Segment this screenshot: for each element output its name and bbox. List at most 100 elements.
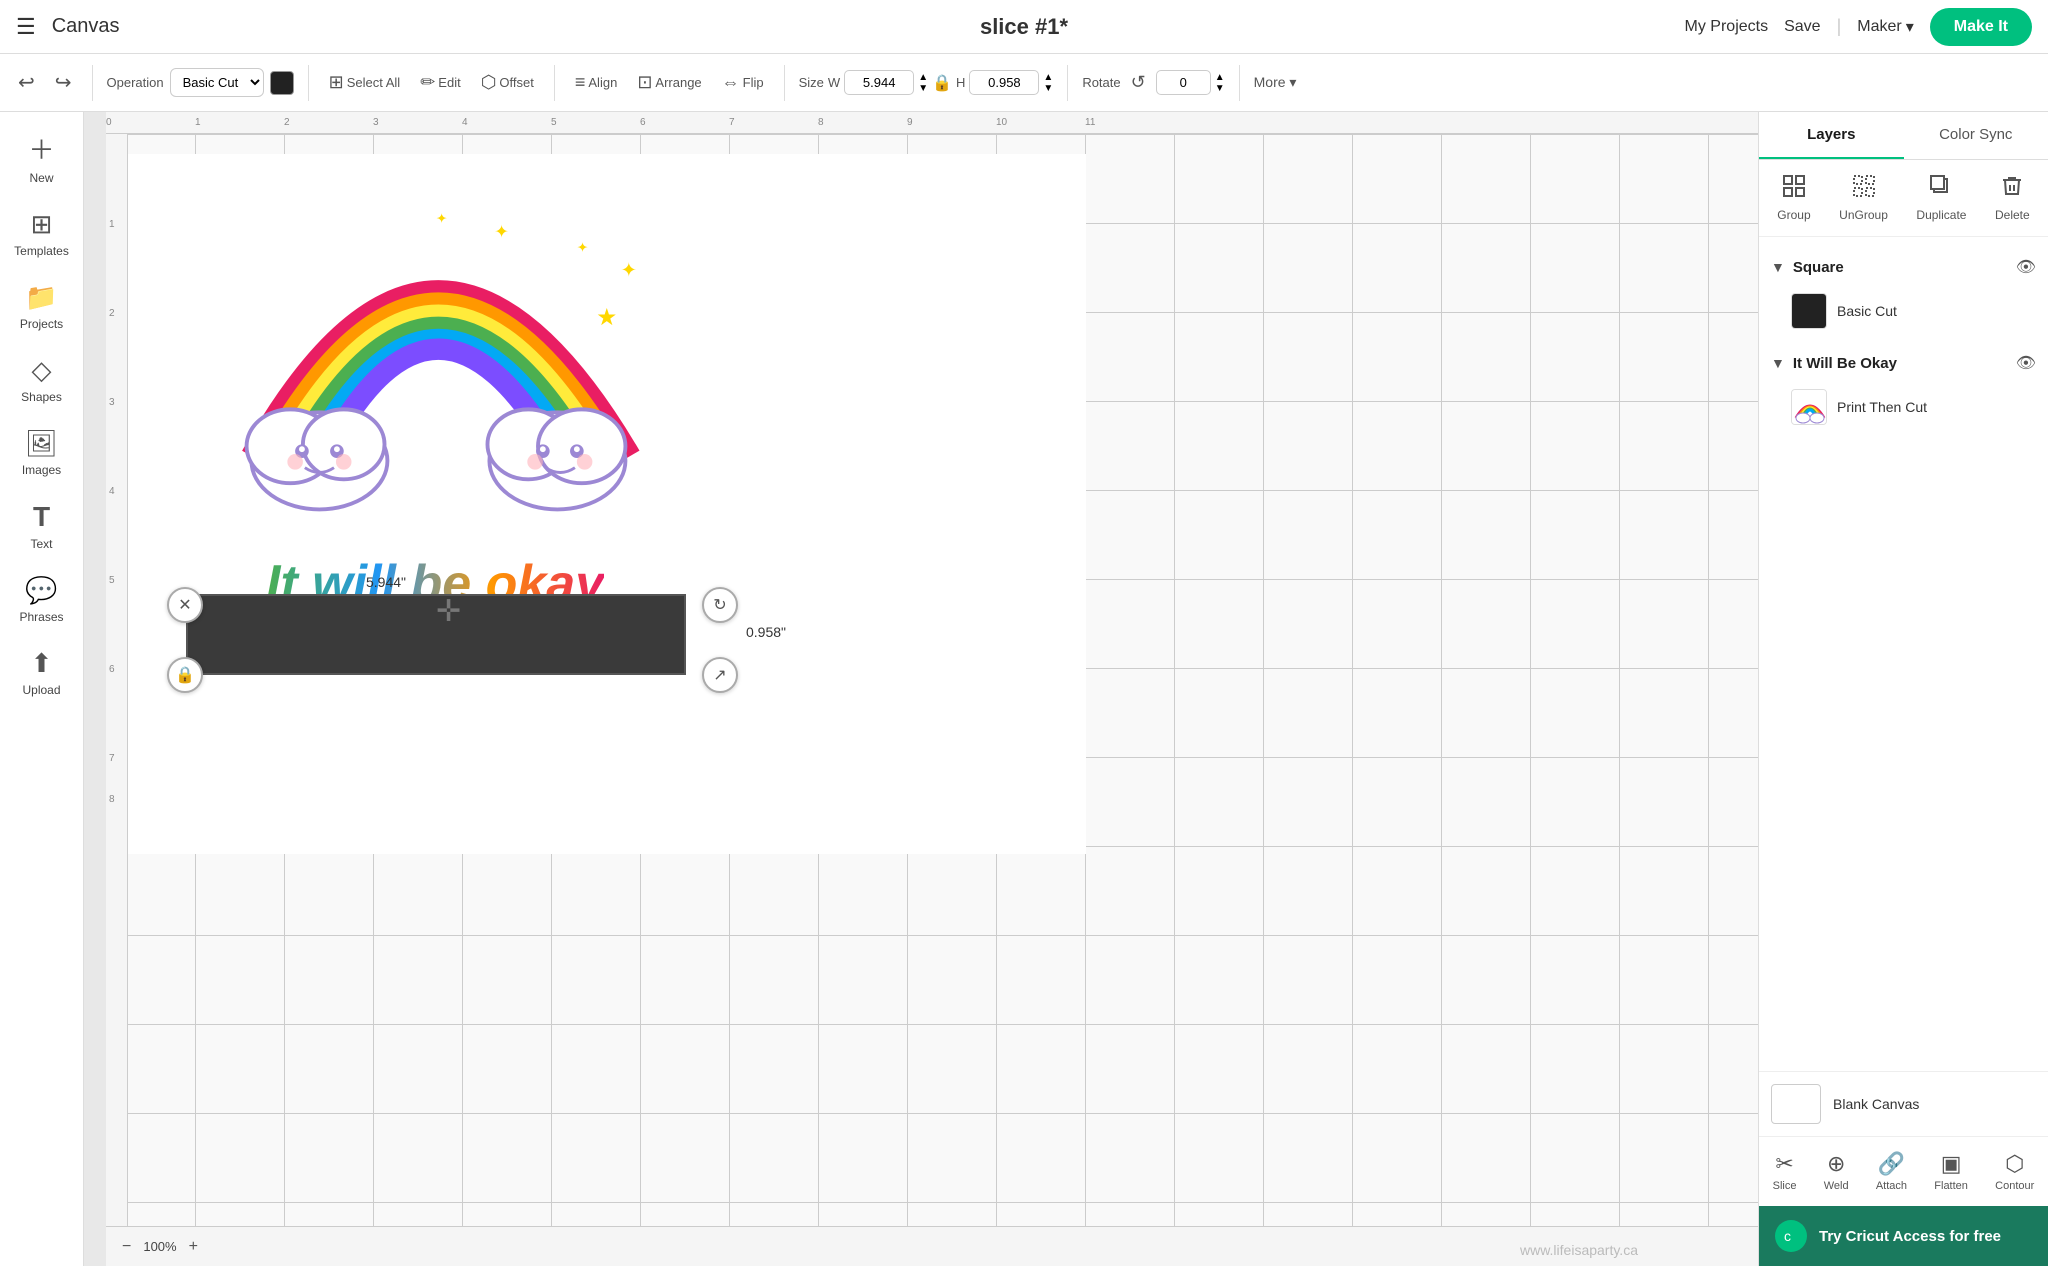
- cta-bar[interactable]: c Try Cricut Access for free: [1759, 1206, 2048, 1266]
- close-handle[interactable]: ✕: [167, 587, 203, 623]
- sidebar-item-templates-label: Templates: [14, 244, 69, 258]
- select-all-button[interactable]: ⊞ Select All: [323, 68, 407, 97]
- slice-title: slice #1*: [980, 14, 1068, 40]
- sidebar-item-shapes[interactable]: ◇ Shapes: [4, 345, 80, 414]
- contour-tool[interactable]: ⬡ Contour: [1987, 1145, 2042, 1198]
- resize-handle[interactable]: ↗: [702, 657, 738, 693]
- tab-layers[interactable]: Layers: [1759, 112, 1904, 159]
- color-swatch[interactable]: [270, 71, 294, 95]
- maker-button[interactable]: Maker ▾: [1857, 17, 1913, 37]
- layer-group-square-name: Square: [1793, 259, 2008, 276]
- edit-label: Edit: [438, 75, 460, 90]
- arrange-button[interactable]: ⊡ Arrange: [631, 68, 707, 97]
- slice-tool[interactable]: ✂ Slice: [1765, 1145, 1805, 1198]
- rotate-icon-btn[interactable]: ↺: [1125, 68, 1152, 97]
- eye-icon-square[interactable]: 👁: [2016, 257, 2036, 277]
- my-projects-button[interactable]: My Projects: [1685, 18, 1769, 36]
- edit-icon: ✏: [420, 72, 435, 93]
- rotate-handle[interactable]: ↻: [702, 587, 738, 623]
- offset-button[interactable]: ⬡ Offset: [475, 68, 540, 97]
- height-input[interactable]: [969, 70, 1039, 95]
- layer-group-okay-header[interactable]: ▼ It Will Be Okay 👁: [1759, 345, 2048, 381]
- layer-item-print-then-cut[interactable]: Print Then Cut: [1759, 381, 2048, 433]
- width-label: W: [828, 75, 840, 90]
- zoom-in-button[interactable]: +: [189, 1238, 198, 1256]
- canvas-area[interactable]: 0 1 2 3 4 5 6 7 8 9 10 11 1 2 3 4 5 6 7: [84, 112, 1758, 1266]
- weld-icon: ⊕: [1827, 1151, 1845, 1177]
- chevron-down-icon: ▼: [1771, 259, 1785, 275]
- selected-rectangle[interactable]: [186, 594, 686, 675]
- ruler-left-7: 7: [109, 753, 115, 764]
- make-it-button[interactable]: Make It: [1930, 8, 2032, 46]
- canvas-label: Canvas: [52, 15, 120, 38]
- flatten-tool[interactable]: ▣ Flatten: [1926, 1145, 1976, 1198]
- svg-text:✦: ✦: [494, 221, 509, 241]
- save-button[interactable]: Save: [1784, 18, 1820, 36]
- stepper-up-h[interactable]: ▲▼: [1043, 72, 1053, 94]
- duplicate-action[interactable]: Duplicate: [1906, 168, 1976, 228]
- toolbar-divider-6: [1239, 65, 1240, 101]
- shapes-icon: ◇: [32, 355, 52, 386]
- cta-text: Try Cricut Access for free: [1819, 1228, 2001, 1245]
- design-container[interactable]: ✦ ✦ ✦ ★ ✦: [186, 184, 686, 529]
- sidebar-item-phrases-label: Phrases: [19, 610, 63, 624]
- lock-icon[interactable]: 🔒: [932, 73, 952, 93]
- ruler-left-6: 6: [109, 664, 115, 675]
- tab-color-sync[interactable]: Color Sync: [1904, 112, 2048, 159]
- align-button[interactable]: ≡ Align: [569, 68, 623, 97]
- hamburger-icon[interactable]: ☰: [16, 14, 36, 40]
- topbar-right: My Projects Save | Maker ▾ Make It: [1685, 8, 2032, 46]
- ungroup-action[interactable]: UnGroup: [1829, 168, 1898, 228]
- layer-group-square: ▼ Square 👁 Basic Cut: [1759, 245, 2048, 341]
- right-tabs: Layers Color Sync: [1759, 112, 2048, 160]
- blank-canvas-section[interactable]: Blank Canvas: [1759, 1071, 2048, 1136]
- redo-button[interactable]: ↪: [49, 66, 78, 99]
- group-label: Group: [1777, 208, 1810, 222]
- eye-icon-okay[interactable]: 👁: [2016, 353, 2036, 373]
- lock-handle[interactable]: 🔒: [167, 657, 203, 693]
- canvas-inner[interactable]: 1 2 3 4 5 6 7 8 ✦ ✦ ✦ ★ ✦: [106, 134, 1758, 1226]
- svg-text:✦: ✦: [436, 211, 448, 226]
- ruler-mark-6: 6: [640, 117, 646, 128]
- ruler-left-3: 3: [109, 397, 115, 408]
- chevron-down-icon-2: ▼: [1771, 355, 1785, 371]
- delete-icon: [2000, 174, 2024, 204]
- contour-label: Contour: [1995, 1180, 2034, 1192]
- group-action[interactable]: Group: [1767, 168, 1820, 228]
- undo-button[interactable]: ↩: [12, 66, 41, 99]
- sidebar-item-phrases[interactable]: 💬 Phrases: [4, 565, 80, 634]
- group-icon: [1782, 174, 1806, 204]
- more-button[interactable]: More ▾: [1254, 74, 1297, 91]
- sidebar-item-new[interactable]: ＋ New: [4, 120, 80, 195]
- stepper-up[interactable]: ▲▼: [918, 72, 928, 94]
- layer-group-square-header[interactable]: ▼ Square 👁: [1759, 249, 2048, 285]
- duplicate-label: Duplicate: [1916, 208, 1966, 222]
- svg-text:✦: ✦: [621, 259, 637, 281]
- sidebar-item-upload[interactable]: ⬆ Upload: [4, 638, 80, 707]
- layer-item-basic-cut[interactable]: Basic Cut: [1759, 285, 2048, 337]
- toolbar-divider-2: [308, 65, 309, 101]
- ruler-top: 0 1 2 3 4 5 6 7 8 9 10 11: [106, 112, 1758, 134]
- flip-button[interactable]: ⇔ Flip: [716, 68, 770, 97]
- width-input[interactable]: [844, 70, 914, 95]
- weld-label: Weld: [1824, 1180, 1849, 1192]
- delete-action[interactable]: Delete: [1985, 168, 2040, 228]
- operation-group: Operation Basic Cut: [107, 68, 294, 97]
- sidebar-item-shapes-label: Shapes: [21, 390, 62, 404]
- flatten-label: Flatten: [1934, 1180, 1968, 1192]
- sidebar-item-images[interactable]: 🖼 Images: [4, 418, 80, 487]
- layer-group-okay-name: It Will Be Okay: [1793, 355, 2008, 372]
- operation-select[interactable]: Basic Cut: [170, 68, 264, 97]
- weld-tool[interactable]: ⊕ Weld: [1816, 1145, 1857, 1198]
- attach-tool[interactable]: 🔗 Attach: [1868, 1145, 1915, 1198]
- rotate-stepper[interactable]: ▲▼: [1215, 72, 1225, 94]
- rotate-input[interactable]: [1156, 70, 1211, 95]
- zoom-out-button[interactable]: −: [122, 1238, 131, 1256]
- sidebar-item-templates[interactable]: ⊞ Templates: [4, 199, 80, 268]
- layer-group-okay: ▼ It Will Be Okay 👁: [1759, 341, 2048, 437]
- duplicate-icon: [1929, 174, 1953, 204]
- sidebar-item-projects[interactable]: 📁 Projects: [4, 272, 80, 341]
- edit-button[interactable]: ✏ Edit: [414, 68, 467, 97]
- ruler-left-2: 2: [109, 308, 115, 319]
- sidebar-item-text[interactable]: T Text: [4, 491, 80, 561]
